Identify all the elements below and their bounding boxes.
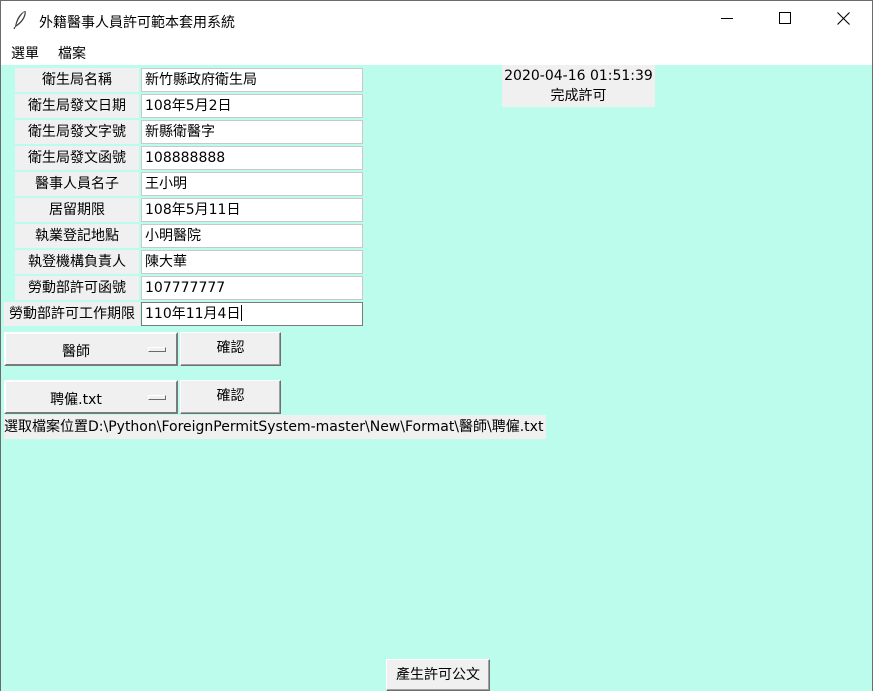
dropdown-indicator-icon <box>148 395 166 400</box>
input-residence-deadline[interactable]: 108年5月11日 <box>141 198 363 222</box>
close-button[interactable] <box>814 1 872 39</box>
maximize-button[interactable] <box>756 1 814 39</box>
label-issue-word: 衛生局發文字號 <box>15 120 139 144</box>
menu-bar: 選單 檔案 <box>1 39 872 65</box>
label-health-bureau-name: 衛生局名稱 <box>15 68 139 92</box>
title-bar[interactable]: 外籍醫事人員許可範本套用系統 <box>1 1 872 39</box>
status-message: 完成許可 <box>550 88 607 104</box>
input-issue-date[interactable]: 108年5月2日 <box>141 94 363 118</box>
window-title: 外籍醫事人員許可範本套用系統 <box>39 15 235 31</box>
label-labor-permit-period: 勞動部許可工作期限 <box>4 302 140 326</box>
dropdown-indicator-icon <box>148 347 166 352</box>
main-panel: 2020-04-16 01:51:39 完成許可 衛生局名稱 新竹縣政府衛生局 … <box>1 65 872 691</box>
feather-icon <box>11 10 29 30</box>
profession-confirm-button[interactable]: 確認 <box>180 332 281 366</box>
selected-file-path: 選取檔案位置D:\Python\ForeignPermitSystem-mast… <box>4 415 547 439</box>
label-issue-number: 衛生局發文函號 <box>15 146 139 170</box>
input-issue-number[interactable]: 108888888 <box>141 146 363 170</box>
file-dropdown-value: 聘僱.txt <box>50 392 102 408</box>
input-labor-permit-period-text: 110年11月4日 <box>145 306 241 322</box>
menu-select[interactable]: 選單 <box>11 43 39 63</box>
input-labor-permit-number[interactable]: 107777777 <box>141 276 363 300</box>
input-institution-head[interactable]: 陳大華 <box>141 250 363 274</box>
text-cursor <box>241 305 243 321</box>
minimize-button[interactable] <box>698 1 756 39</box>
input-practice-location[interactable]: 小明醫院 <box>141 224 363 248</box>
profession-dropdown[interactable]: 醫師 <box>4 332 178 366</box>
generate-permit-button[interactable]: 產生許可公文 <box>386 659 490 691</box>
label-residence-deadline: 居留期限 <box>15 198 139 222</box>
status-panel: 2020-04-16 01:51:39 完成許可 <box>502 65 655 107</box>
status-timestamp: 2020-04-16 01:51:39 <box>504 68 653 84</box>
label-institution-head: 執登機構負責人 <box>15 250 139 274</box>
input-issue-word[interactable]: 新縣衛醫字 <box>141 120 363 144</box>
label-labor-permit-number: 勞動部許可函號 <box>15 276 139 300</box>
profession-dropdown-value: 醫師 <box>62 344 90 360</box>
minimize-icon <box>721 12 733 28</box>
menu-file[interactable]: 檔案 <box>58 43 86 63</box>
label-practice-location: 執業登記地點 <box>15 224 139 248</box>
app-window: 外籍醫事人員許可範本套用系統 選單 檔案 2020-04-16 01:51:39… <box>0 0 873 691</box>
maximize-icon <box>779 12 791 28</box>
input-labor-permit-period[interactable]: 110年11月4日 <box>141 302 363 326</box>
close-icon <box>836 11 850 29</box>
file-confirm-button[interactable]: 確認 <box>180 380 281 414</box>
input-staff-name[interactable]: 王小明 <box>141 172 363 196</box>
label-issue-date: 衛生局發文日期 <box>15 94 139 118</box>
label-staff-name: 醫事人員名子 <box>15 172 139 196</box>
file-dropdown[interactable]: 聘僱.txt <box>4 380 178 414</box>
input-health-bureau-name[interactable]: 新竹縣政府衛生局 <box>141 68 363 92</box>
